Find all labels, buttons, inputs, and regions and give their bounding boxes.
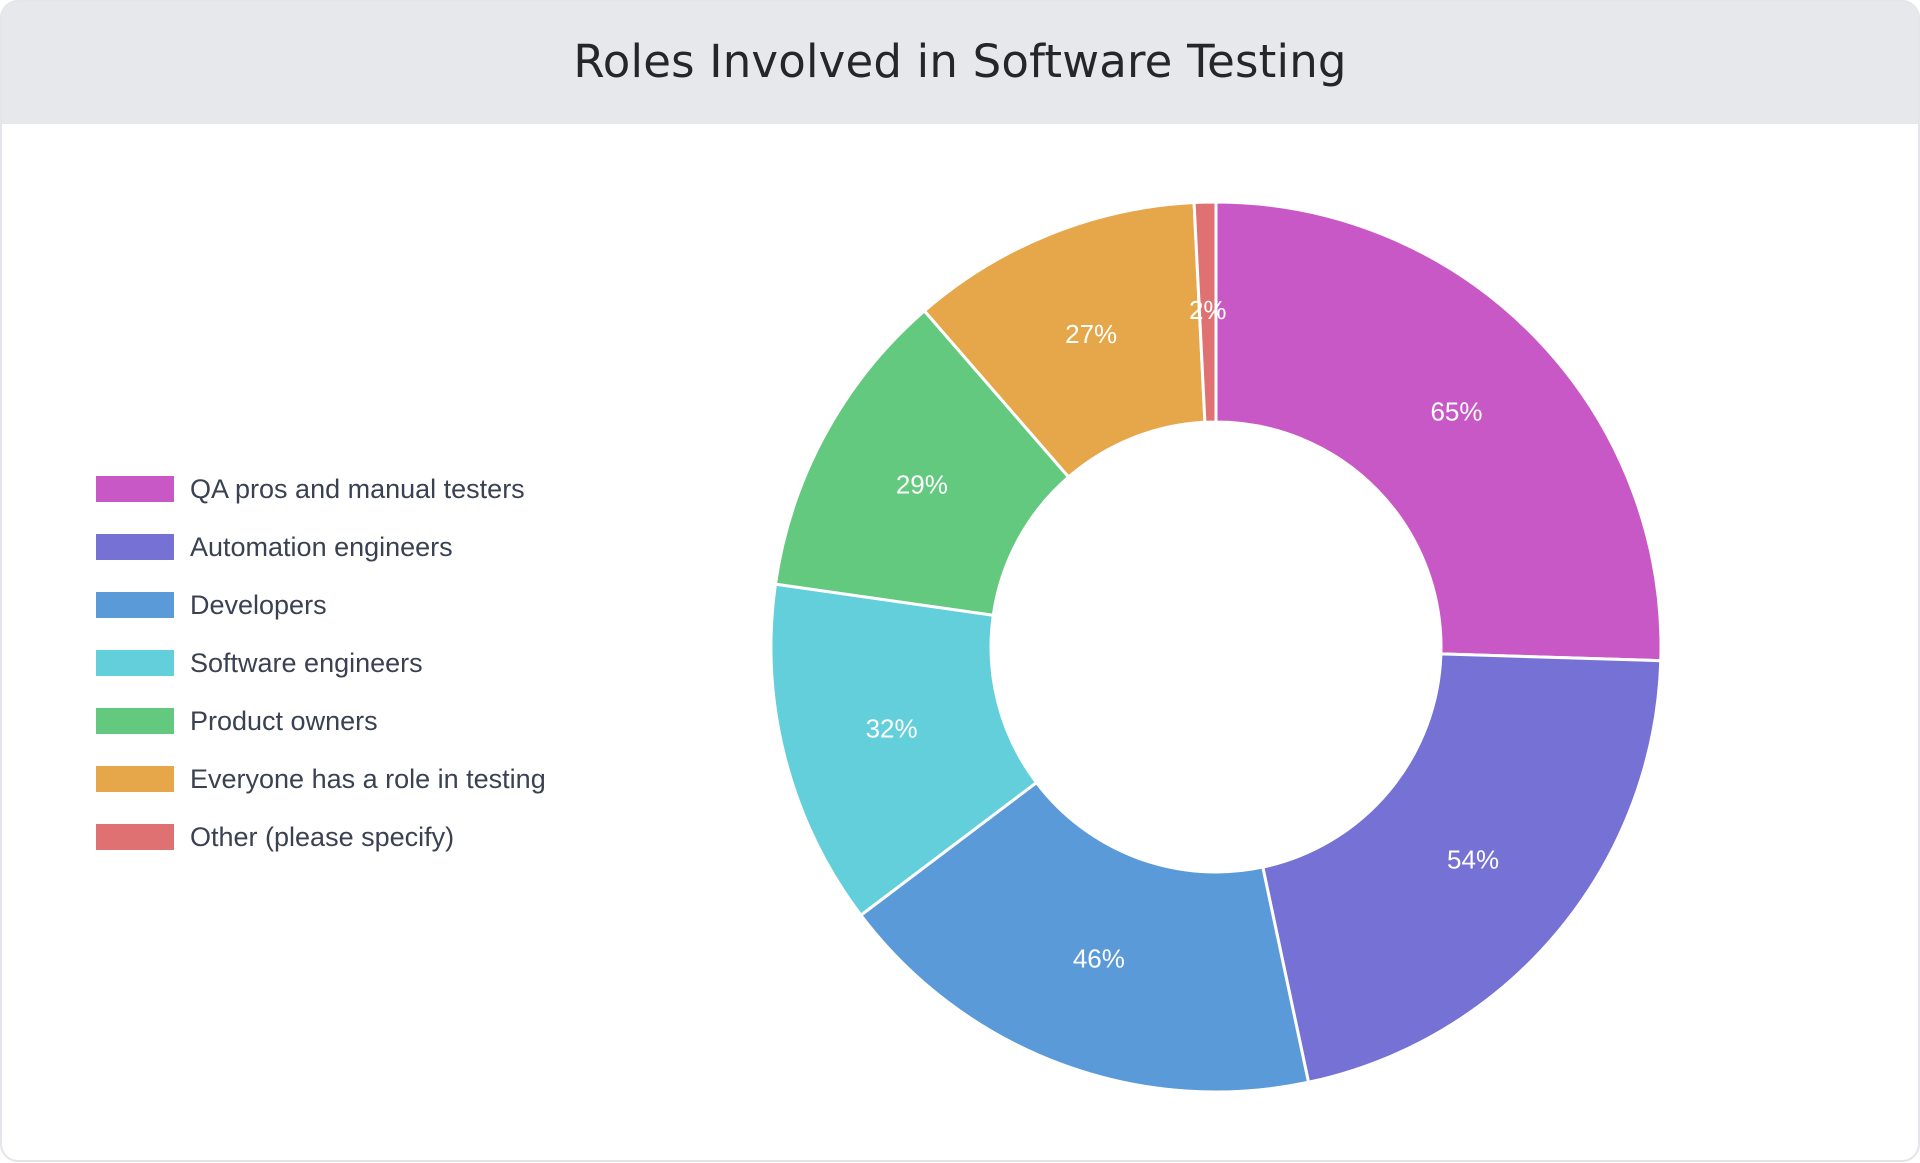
card-header: Roles Involved in Software Testing <box>2 2 1918 124</box>
legend-label: Software engineers <box>190 647 423 678</box>
legend-label: Product owners <box>190 705 378 736</box>
chart-legend: QA pros and manual testers Automation eng… <box>96 460 616 866</box>
legend-label: Other (please specify) <box>190 821 455 852</box>
legend-item[interactable]: Everyone has a role in testing <box>96 750 616 808</box>
legend-swatch <box>96 766 174 792</box>
legend-swatch <box>96 650 174 676</box>
legend-swatch <box>96 476 174 502</box>
legend-label: Automation engineers <box>190 531 453 562</box>
legend-item[interactable]: Developers <box>96 576 616 634</box>
legend-swatch <box>96 592 174 618</box>
legend-item[interactable]: Software engineers <box>96 634 616 692</box>
legend-item[interactable]: Automation engineers <box>96 518 616 576</box>
legend-label: Developers <box>190 589 327 620</box>
legend-swatch <box>96 824 174 850</box>
legend-swatch <box>96 534 174 560</box>
legend-swatch <box>96 708 174 734</box>
legend-label: QA pros and manual testers <box>190 473 525 504</box>
chart-title: Roles Involved in Software Testing <box>573 34 1347 88</box>
legend-item[interactable]: Other (please specify) <box>96 808 616 866</box>
legend-item[interactable]: QA pros and manual testers <box>96 460 616 518</box>
legend-label: Everyone has a role in testing <box>190 763 546 794</box>
legend-item[interactable]: Product owners <box>96 692 616 750</box>
